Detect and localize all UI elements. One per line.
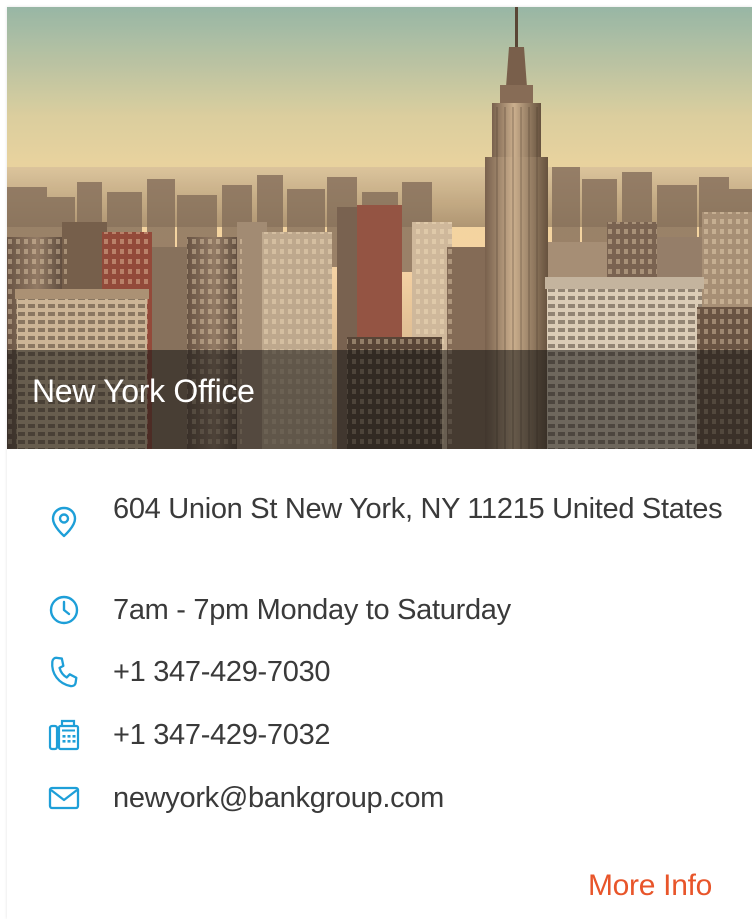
office-card: New York Office 604 Union St New York, N…: [7, 7, 752, 919]
email-text[interactable]: newyork@bankgroup.com: [113, 778, 733, 818]
fax-text: +1 347-429-7032: [113, 719, 331, 751]
hours-text: 7am - 7pm Monday to Saturday: [113, 594, 511, 626]
phone-text[interactable]: +1 347-429-7030: [113, 652, 733, 692]
office-title: New York Office: [32, 373, 255, 409]
location-pin-icon: [51, 506, 77, 538]
address-text: 604 Union St New York, NY 11215 United S…: [113, 493, 723, 525]
more-info-link[interactable]: More Info: [588, 869, 712, 903]
phone-icon: [51, 656, 78, 688]
fax-icon: [48, 719, 80, 751]
envelope-icon: [48, 786, 80, 810]
clock-icon: [49, 595, 79, 625]
